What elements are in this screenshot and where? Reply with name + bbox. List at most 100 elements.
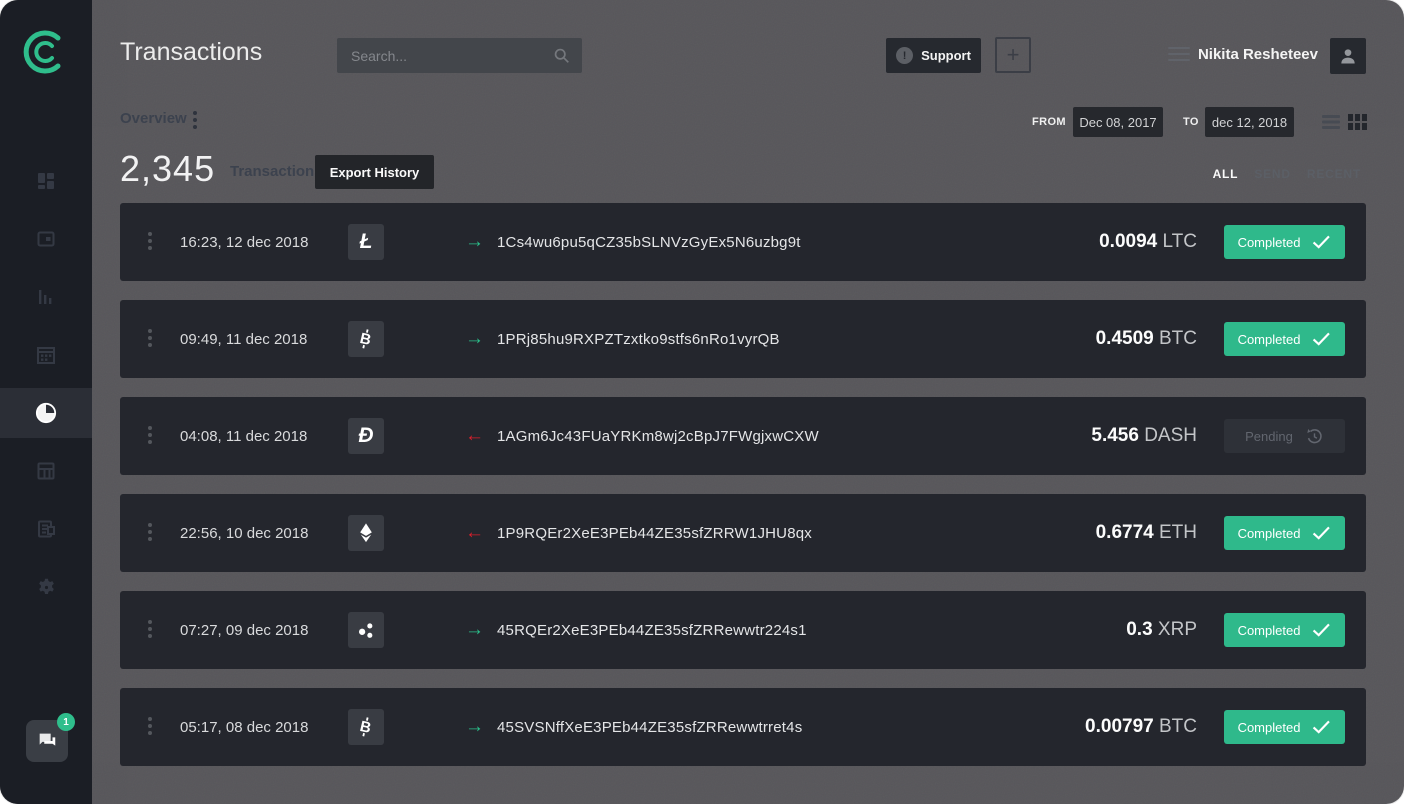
overview-menu-icon[interactable]: [193, 111, 197, 132]
status-badge[interactable]: Completed: [1224, 516, 1345, 550]
ltc-icon: Ł: [348, 224, 384, 260]
svg-text:B: B: [358, 718, 373, 737]
tab-send[interactable]: SEND: [1254, 167, 1291, 181]
transaction-row[interactable]: 05:17, 08 dec 2018 B → 45SVSNffXeE3PEb44…: [120, 688, 1366, 766]
pending-clock-icon: [1305, 427, 1324, 446]
person-icon: [1338, 46, 1358, 66]
sidebar-item-calendar[interactable]: [0, 330, 92, 380]
sidebar-item-dashboard[interactable]: [0, 156, 92, 206]
transaction-address: 45RQEr2XeE3PEb44ZE35sfZRRewwtr224s1: [497, 622, 807, 639]
check-icon: [1312, 623, 1331, 637]
check-icon: [1312, 526, 1331, 540]
settings-icon: [36, 577, 57, 598]
status-badge[interactable]: Completed: [1224, 710, 1345, 744]
plus-icon: +: [1007, 42, 1020, 68]
transaction-count: 2,345: [120, 148, 215, 190]
transaction-row[interactable]: 09:49, 11 dec 2018 B → 1PRj85hu9RXPZTzxt…: [120, 300, 1366, 378]
transaction-address: 45SVSNffXeE3PEb44ZE35sfZRRewwtrret4s: [497, 719, 802, 736]
sidebar-item-wallet[interactable]: [0, 214, 92, 264]
date-from-picker[interactable]: Dec 08, 2017: [1073, 107, 1163, 137]
transaction-time: 22:56, 10 dec 2018: [180, 525, 360, 542]
transaction-count-caption: Transactions: [230, 163, 323, 180]
transaction-row[interactable]: 16:23, 12 dec 2018 Ł → 1Cs4wu6pu5qCZ35bS…: [120, 203, 1366, 281]
sidebar-nav: [0, 156, 92, 620]
list-view-icon[interactable]: [1322, 114, 1340, 135]
transaction-address: 1AGm6Jc43FUaYRKm8wj2cBpJ7FWgjxwCXW: [497, 428, 819, 445]
app-window: 1 Transactions ! Support + Nikita Reshet…: [0, 0, 1404, 804]
tab-recent[interactable]: RECENT: [1307, 167, 1361, 181]
btc-icon: B: [348, 321, 384, 357]
transaction-row[interactable]: 04:08, 11 dec 2018 Đ ← 1AGm6Jc43FUaYRKm8…: [120, 397, 1366, 475]
grid-view-icon[interactable]: [1348, 114, 1367, 135]
search-icon[interactable]: [553, 47, 570, 64]
from-label: FROM: [1032, 116, 1066, 128]
date-to-picker[interactable]: dec 12, 2018: [1205, 107, 1294, 137]
sidebar-item-history[interactable]: [0, 388, 92, 438]
sidebar-item-settings[interactable]: [0, 562, 92, 612]
sidebar-item-table[interactable]: [0, 446, 92, 496]
arrow-right-icon: →: [465, 619, 484, 641]
stats-icon: [36, 287, 56, 307]
svg-text:B: B: [358, 330, 373, 349]
transaction-time: 04:08, 11 dec 2018: [180, 428, 360, 445]
status-label: Completed: [1238, 332, 1301, 347]
overview-link[interactable]: Overview: [120, 110, 187, 127]
tab-all[interactable]: ALL: [1213, 167, 1239, 181]
transaction-time: 05:17, 08 dec 2018: [180, 719, 360, 736]
arrow-left-icon: ←: [465, 522, 484, 544]
eth-icon: [348, 515, 384, 551]
transaction-list: 16:23, 12 dec 2018 Ł → 1Cs4wu6pu5qCZ35bS…: [120, 203, 1366, 785]
chat-badge: 1: [57, 713, 75, 731]
row-menu-icon[interactable]: [148, 329, 152, 350]
arrow-right-icon: →: [465, 716, 484, 738]
chat-button[interactable]: 1: [26, 720, 68, 762]
sidebar-item-stats[interactable]: [0, 272, 92, 322]
filter-tabs: ALL SEND RECENT: [1213, 167, 1361, 181]
sidebar-item-reports[interactable]: [0, 504, 92, 554]
transaction-address: 1P9RQEr2XeE3PEb44ZE35sfZRRW1JHU8qx: [497, 525, 812, 542]
sidebar: 1: [0, 0, 92, 804]
add-button[interactable]: +: [995, 37, 1031, 73]
row-menu-icon[interactable]: [148, 523, 152, 544]
row-menu-icon[interactable]: [148, 232, 152, 253]
arrow-right-icon: →: [465, 328, 484, 350]
btc-icon: B: [348, 709, 384, 745]
app-logo-icon[interactable]: [0, 26, 92, 78]
status-badge[interactable]: Completed: [1224, 613, 1345, 647]
row-menu-icon[interactable]: [148, 426, 152, 447]
transaction-amount: 0.3 XRP: [1126, 619, 1197, 641]
search-input[interactable]: [337, 48, 553, 64]
status-badge[interactable]: Completed: [1224, 322, 1345, 356]
row-menu-icon[interactable]: [148, 620, 152, 641]
user-name: Nikita Resheteev: [1198, 46, 1318, 63]
support-label: Support: [921, 48, 971, 63]
dash-icon: Đ: [348, 418, 384, 454]
status-label: Completed: [1238, 235, 1301, 250]
status-label: Completed: [1238, 720, 1301, 735]
check-icon: [1312, 235, 1331, 249]
row-menu-icon[interactable]: [148, 717, 152, 738]
status-label: Completed: [1238, 623, 1301, 638]
to-label: TO: [1183, 116, 1199, 128]
user-avatar[interactable]: [1330, 38, 1366, 74]
transaction-row[interactable]: 22:56, 10 dec 2018 ← 1P9RQEr2XeE3PEb44ZE…: [120, 494, 1366, 572]
transaction-amount: 0.0094 LTC: [1099, 231, 1197, 253]
wallet-icon: [36, 229, 56, 249]
status-badge[interactable]: Completed: [1224, 225, 1345, 259]
support-button[interactable]: ! Support: [886, 38, 981, 73]
menu-icon[interactable]: [1168, 47, 1190, 65]
arrow-right-icon: →: [465, 231, 484, 253]
page-title: Transactions: [120, 38, 262, 67]
check-icon: [1312, 332, 1331, 346]
transaction-amount: 5.456 DASH: [1091, 425, 1197, 447]
arrow-left-icon: ←: [465, 425, 484, 447]
chat-icon: [36, 730, 58, 752]
reports-icon: [36, 519, 56, 539]
transaction-row[interactable]: 07:27, 09 dec 2018 → 45RQEr2XeE3PEb44ZE3…: [120, 591, 1366, 669]
status-label: Completed: [1238, 526, 1301, 541]
status-badge[interactable]: Pending: [1224, 419, 1345, 453]
calendar-icon: [36, 345, 56, 365]
transaction-amount: 0.4509 BTC: [1096, 328, 1197, 350]
export-history-button[interactable]: Export History: [315, 155, 434, 189]
dashboard-icon: [36, 171, 56, 191]
